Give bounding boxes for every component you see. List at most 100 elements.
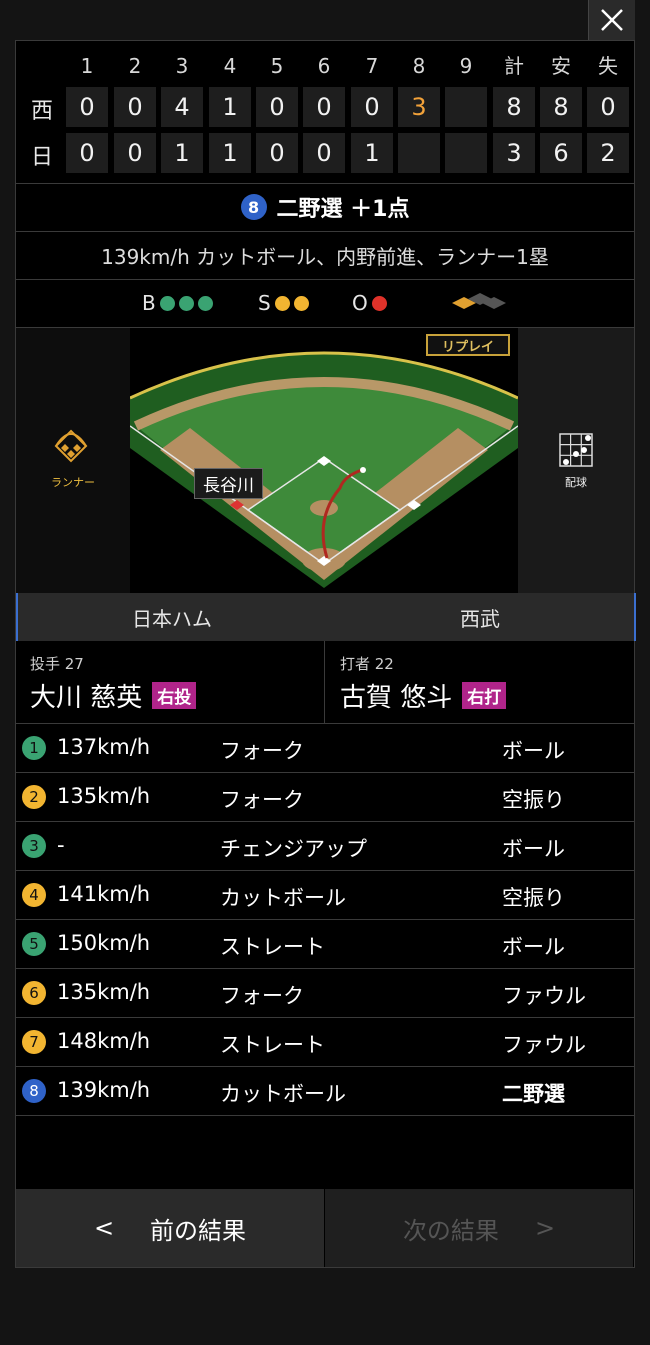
ball-dot xyxy=(178,295,194,311)
pitch-type: フォーク xyxy=(220,984,304,1008)
away-team-tab[interactable]: 西武 xyxy=(326,593,636,641)
inning-header: 9 xyxy=(459,54,473,78)
pitch-result: 空振り xyxy=(502,886,565,910)
pitch-speed: 139km/h xyxy=(57,1078,151,1102)
inning-score: 0 xyxy=(114,87,156,127)
total-runs: 8 xyxy=(493,87,535,127)
field-diagram: ランナー リプレイ 長谷川 配球 xyxy=(16,328,634,593)
pitch-type: フォーク xyxy=(220,739,304,763)
team-abbr: 西 xyxy=(30,99,53,124)
total-hits: 6 xyxy=(540,133,582,173)
pitch-row: 5 150km/h ストレート ボール xyxy=(16,920,634,969)
pitch-row: 2 135km/h フォーク 空振り xyxy=(16,773,634,822)
strike-count: S xyxy=(258,279,309,327)
pitch-result: ファウル xyxy=(502,984,586,1008)
ball-label: B xyxy=(142,291,156,315)
pitch-type: ストレート xyxy=(220,935,325,959)
pitch-row: 8 139km/h カットボール 二野選 xyxy=(16,1067,634,1116)
base-runner-icon xyxy=(452,293,506,309)
total-hits: 8 xyxy=(540,87,582,127)
next-result-label: 次の結果 xyxy=(402,1216,499,1245)
out-dot xyxy=(371,295,387,311)
inning-header: 3 xyxy=(175,54,189,78)
strike-dot xyxy=(274,295,290,311)
pitch-type: カットボール xyxy=(220,1082,346,1106)
inning-score: 0 xyxy=(351,87,393,127)
errors-header: 失 xyxy=(598,54,618,78)
ball-count: B xyxy=(142,279,213,327)
inning-score xyxy=(445,87,487,127)
inning-score: 0 xyxy=(256,133,298,173)
pitch-result: ファウル xyxy=(502,1033,586,1057)
replay-button[interactable]: リプレイ xyxy=(426,334,510,356)
previous-result-button[interactable]: < 前の結果 xyxy=(16,1189,325,1267)
pitch-number-badge: 7 xyxy=(22,1030,46,1054)
runner-toggle-label: ランナー xyxy=(51,476,95,489)
pitch-row: 4 141km/h カットボール 空振り xyxy=(16,871,634,920)
pitcher-hand-badge: 右投 xyxy=(152,682,197,709)
inning-header: 1 xyxy=(80,54,94,78)
pitch-result: ボール xyxy=(502,935,565,959)
pitch-row: 6 135km/h フォーク ファウル xyxy=(16,969,634,1018)
close-icon xyxy=(601,9,623,31)
inning-score: 4 xyxy=(161,87,203,127)
play-number-badge: 8 xyxy=(240,194,267,220)
pitch-type: チェンジアップ xyxy=(220,837,367,861)
home-team-tab[interactable]: 日本ハム xyxy=(16,593,326,641)
play-description: 139km/h カットボール、内野前進、ランナー1塁 xyxy=(101,244,549,269)
close-button[interactable] xyxy=(588,0,635,41)
inning-header: 6 xyxy=(317,54,331,78)
batter-name-row: 古賀 悠斗 右打 xyxy=(340,677,507,714)
inning-score: 0 xyxy=(303,87,345,127)
runner-toggle[interactable]: ランナー xyxy=(16,328,131,593)
inning-score-current: 3 xyxy=(398,87,440,127)
inning-score: 0 xyxy=(256,87,298,127)
play-detail-panel: 1 2 3 4 5 6 7 8 9 計 安 失 西 0 0 4 1 0 0 0 … xyxy=(15,40,636,1268)
pitch-chart-icon xyxy=(559,433,593,467)
batter-name: 古賀 悠斗 xyxy=(340,683,453,713)
pitch-number-badge: 1 xyxy=(22,736,46,760)
pitch-speed: 135km/h xyxy=(57,980,151,1004)
pitch-result: 空振り xyxy=(502,788,565,812)
inning-header: 2 xyxy=(128,54,142,78)
pitch-list: 1 137km/h フォーク ボール 2 135km/h フォーク 空振り 3 … xyxy=(16,724,634,1116)
chevron-right-icon: > xyxy=(534,1214,556,1242)
pitch-chart-toggle[interactable]: 配球 xyxy=(518,328,634,593)
scoreboard-row-away: 西 0 0 4 1 0 0 0 3 8 8 0 xyxy=(16,87,634,131)
pitcher-name: 大川 慈英 xyxy=(30,683,143,713)
matchup: 投手 27 大川 慈英 右投 打者 22 古賀 悠斗 右打 xyxy=(16,641,634,723)
pitch-type: フォーク xyxy=(220,788,304,812)
out-count: O xyxy=(352,279,387,327)
inning-score: 0 xyxy=(66,133,108,173)
pitch-number-badge: 3 xyxy=(22,834,46,858)
pitch-result: 二野選 xyxy=(502,1082,565,1106)
scoreboard-row-home: 日 0 0 1 1 0 0 1 3 6 2 xyxy=(16,133,634,177)
inning-score: 0 xyxy=(66,87,108,127)
inning-score: 1 xyxy=(161,133,203,173)
total-runs-header: 計 xyxy=(504,54,524,78)
inning-score: 1 xyxy=(209,87,251,127)
pitch-row: 3 - チェンジアップ ボール xyxy=(16,822,634,871)
inning-header: 7 xyxy=(365,54,379,78)
inning-score xyxy=(398,133,440,173)
scoreboard: 1 2 3 4 5 6 7 8 9 計 安 失 西 0 0 4 1 0 0 0 … xyxy=(16,41,634,183)
inning-score: 0 xyxy=(303,133,345,173)
play-result-text: 二野選 ＋1点 xyxy=(276,197,410,222)
runner-name-label: 長谷川 xyxy=(194,468,263,499)
next-result-button[interactable]: 次の結果 > xyxy=(325,1189,633,1267)
total-errors: 2 xyxy=(587,133,629,173)
total-errors: 0 xyxy=(587,87,629,127)
team-tabs: 日本ハム 西武 xyxy=(16,593,636,641)
inning-score: 0 xyxy=(114,133,156,173)
strike-label: S xyxy=(258,291,271,315)
inning-header: 5 xyxy=(270,54,284,78)
pitch-result: ボール xyxy=(502,837,565,861)
pitch-number-badge: 4 xyxy=(22,883,46,907)
strike-dot xyxy=(293,295,309,311)
ball-dot xyxy=(197,295,213,311)
pitch-number-badge: 5 xyxy=(22,932,46,956)
pitcher-role: 投手 27 xyxy=(30,655,84,673)
ball-dot xyxy=(159,295,175,311)
pitch-speed: 148km/h xyxy=(57,1029,151,1053)
pitch-number-badge: 8 xyxy=(22,1079,46,1103)
